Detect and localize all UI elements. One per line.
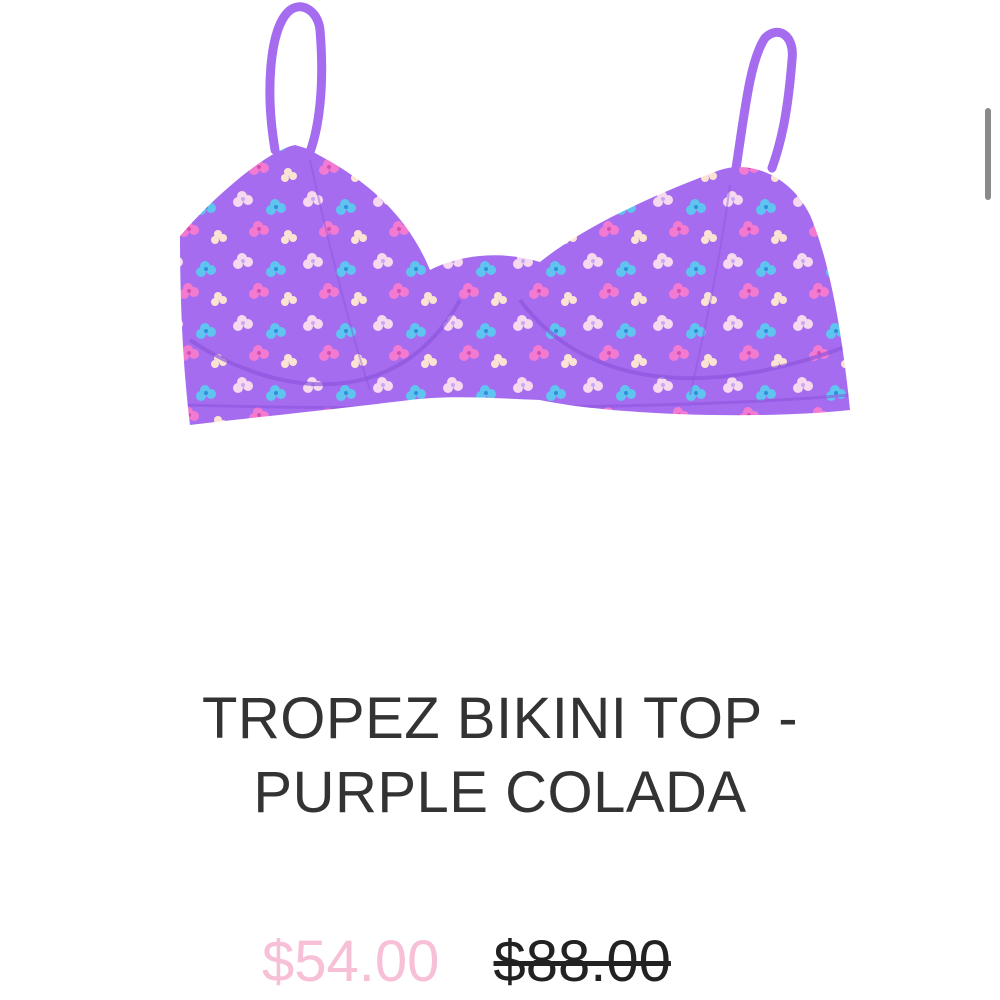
product-title-line2: PURPLE COLADA bbox=[253, 760, 747, 825]
sale-price: $54.00 bbox=[262, 929, 440, 994]
product-title-line1: TROPEZ BIKINI TOP - bbox=[201, 686, 799, 751]
price-row: $54.00 $88.00 bbox=[262, 924, 671, 1000]
product-page: TROPEZ BIKINI TOP - PURPLE COLADA $54.00… bbox=[0, 0, 1000, 1000]
scrollbar-thumb[interactable] bbox=[985, 108, 991, 200]
product-image[interactable] bbox=[160, 0, 860, 440]
product-title: TROPEZ BIKINI TOP - PURPLE COLADA bbox=[0, 682, 1000, 830]
original-price: $88.00 bbox=[493, 929, 671, 994]
